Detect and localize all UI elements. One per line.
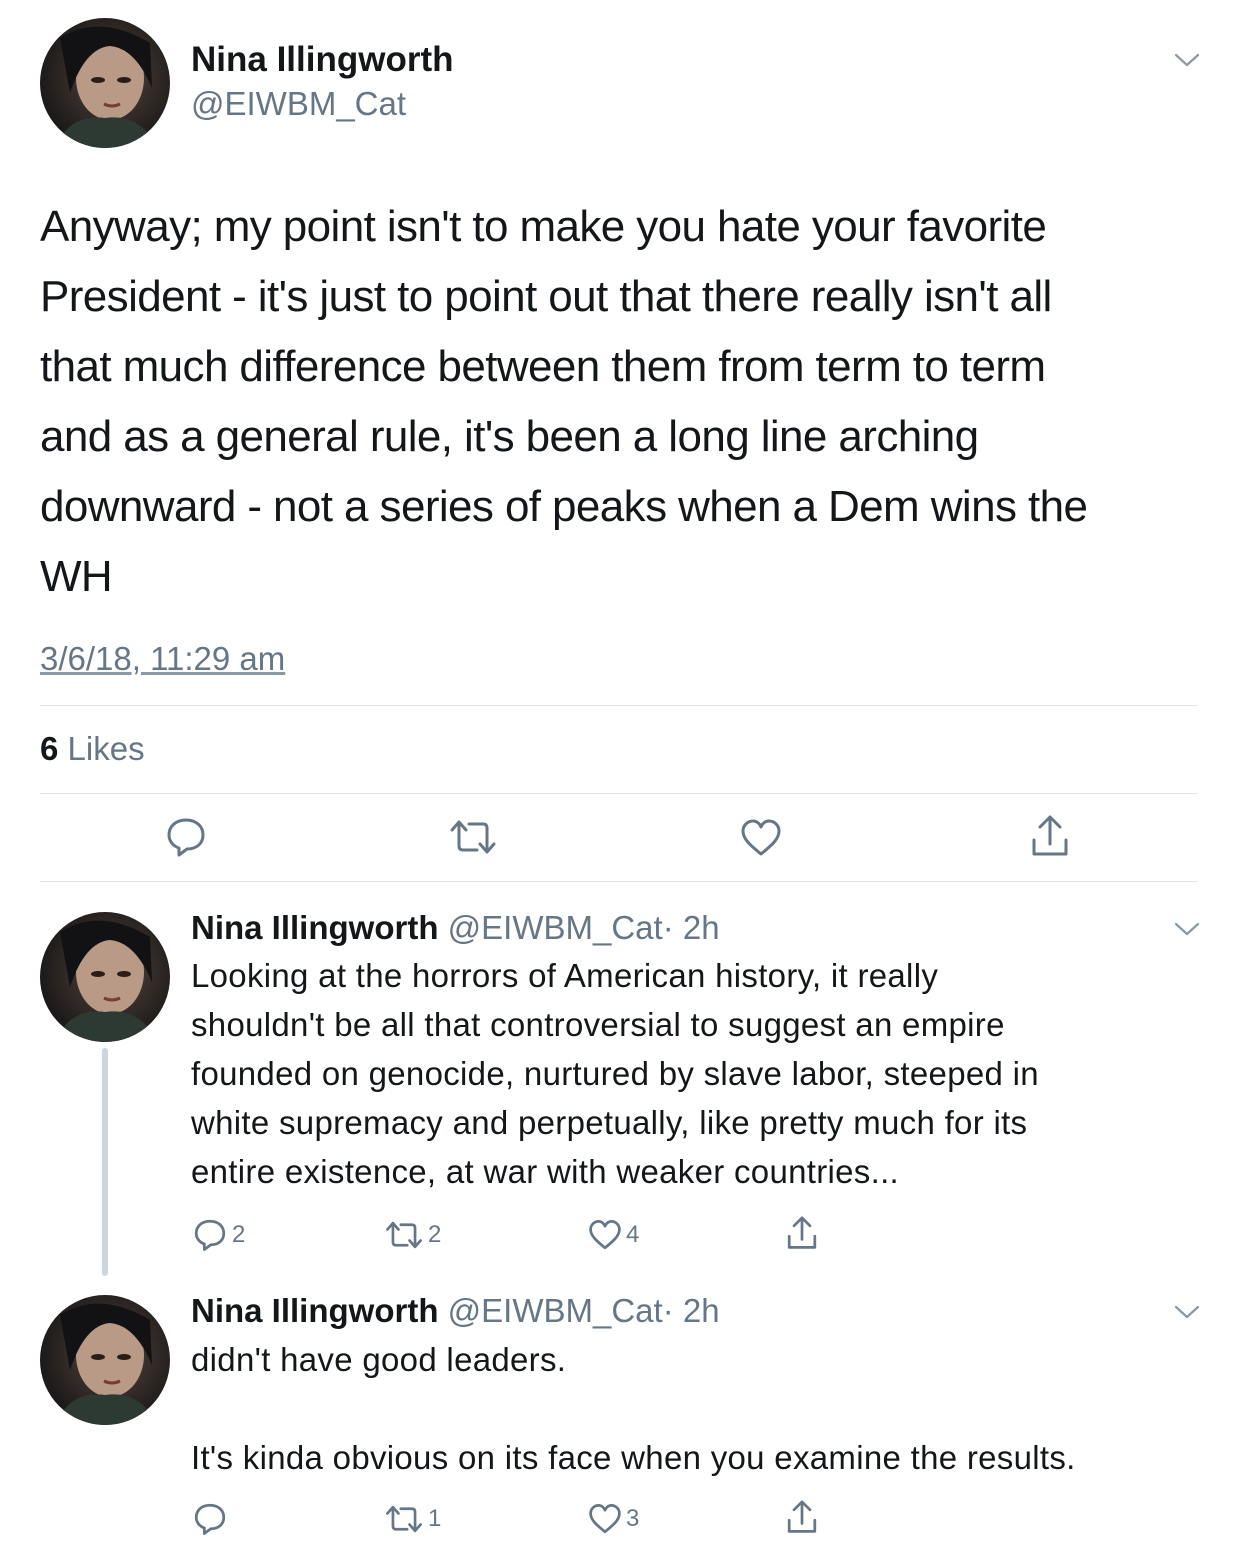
share-icon xyxy=(787,1500,817,1533)
author-name[interactable]: Nina Illingworth xyxy=(191,1292,438,1329)
author-handle[interactable]: @EIWBM_Cat xyxy=(191,85,406,123)
reply-time[interactable]: · 2h xyxy=(663,909,720,946)
like-icon[interactable] xyxy=(740,818,782,863)
retweet-icon xyxy=(386,1505,422,1533)
author-name[interactable]: Nina Illingworth xyxy=(191,909,438,946)
reply-text-line: entire existence, at war with weaker cou… xyxy=(191,1153,900,1190)
divider xyxy=(40,793,1198,794)
reply-text-line: shouldn't be all that controversial to s… xyxy=(191,1006,1005,1043)
reply-text-line: founded on genocide, nurtured by slave l… xyxy=(191,1055,1039,1092)
author-handle[interactable]: @EIWBM_Cat xyxy=(448,1292,663,1329)
likes-summary[interactable]: 6 Likes xyxy=(40,730,145,768)
reply-button[interactable]: 2 xyxy=(192,1218,245,1252)
tweet-text-line: and as a general rule, it's been a long … xyxy=(40,412,979,461)
reply-count: 2 xyxy=(232,1221,246,1248)
avatar[interactable] xyxy=(40,1295,170,1425)
reply-text-line: Looking at the horrors of American histo… xyxy=(191,957,939,994)
thread-line xyxy=(102,1048,108,1276)
reply-text: Looking at the horrors of American histo… xyxy=(191,951,1201,1196)
like-button[interactable]: 4 xyxy=(588,1219,639,1251)
retweet-count: 1 xyxy=(428,1505,442,1532)
tweet-text-line: that much difference between them from t… xyxy=(40,342,1046,391)
reply-header: Nina Illingworth @EIWBM_Cat· 2h xyxy=(191,1291,720,1331)
reply-text-line: It's kinda obvious on its face when you … xyxy=(191,1439,1076,1476)
author-name[interactable]: Nina Illingworth xyxy=(191,40,453,80)
reply-button[interactable] xyxy=(192,1502,232,1536)
retweet-count: 2 xyxy=(428,1221,442,1248)
reply-text: didn't have good leaders. It's kinda obv… xyxy=(191,1335,1221,1482)
like-button[interactable]: 3 xyxy=(588,1503,639,1535)
avatar[interactable] xyxy=(40,912,170,1042)
likes-count: 6 xyxy=(40,730,59,767)
like-count: 4 xyxy=(626,1221,640,1248)
retweet-button[interactable]: 2 xyxy=(384,1220,441,1250)
share-button[interactable] xyxy=(786,1499,818,1535)
like-count: 3 xyxy=(626,1505,640,1532)
author-handle[interactable]: @EIWBM_Cat xyxy=(448,909,663,946)
reply-icon xyxy=(194,1219,226,1251)
reply-text-line: didn't have good leaders. xyxy=(191,1341,567,1378)
tweet-text-line: Anyway; my point isn't to make you hate … xyxy=(40,202,1047,251)
avatar[interactable] xyxy=(40,18,170,148)
reply-time[interactable]: · 2h xyxy=(663,1292,720,1329)
retweet-icon xyxy=(386,1221,422,1249)
tweet-text-line: WH xyxy=(40,552,113,601)
tweet-timestamp[interactable]: 3/6/18, 11:29 am xyxy=(40,640,285,678)
likes-label: Likes xyxy=(67,730,145,767)
chevron-down-icon[interactable] xyxy=(1174,52,1200,68)
tweet-text-line: President - it's just to point out that … xyxy=(40,272,1052,321)
reply-text-line xyxy=(191,1384,1221,1433)
like-icon xyxy=(589,1504,621,1534)
reply-icon[interactable] xyxy=(165,816,207,863)
retweet-icon[interactable] xyxy=(448,818,498,861)
reply-header: Nina Illingworth @EIWBM_Cat· 2h xyxy=(191,908,720,948)
reply-text-line: white supremacy and perpetually, like pr… xyxy=(191,1104,1028,1141)
share-button[interactable] xyxy=(786,1215,818,1251)
tweet-text: Anyway; my point isn't to make you hate … xyxy=(40,192,1220,612)
divider xyxy=(40,705,1198,706)
share-icon xyxy=(787,1216,817,1249)
divider xyxy=(40,881,1198,882)
retweet-button[interactable]: 1 xyxy=(384,1504,441,1534)
chevron-down-icon[interactable] xyxy=(1174,921,1200,937)
reply-icon xyxy=(194,1503,226,1535)
share-icon[interactable] xyxy=(1030,814,1070,863)
like-icon xyxy=(589,1220,621,1250)
tweet-text-line: downward - not a series of peaks when a … xyxy=(40,482,1088,531)
chevron-down-icon[interactable] xyxy=(1174,1304,1200,1320)
